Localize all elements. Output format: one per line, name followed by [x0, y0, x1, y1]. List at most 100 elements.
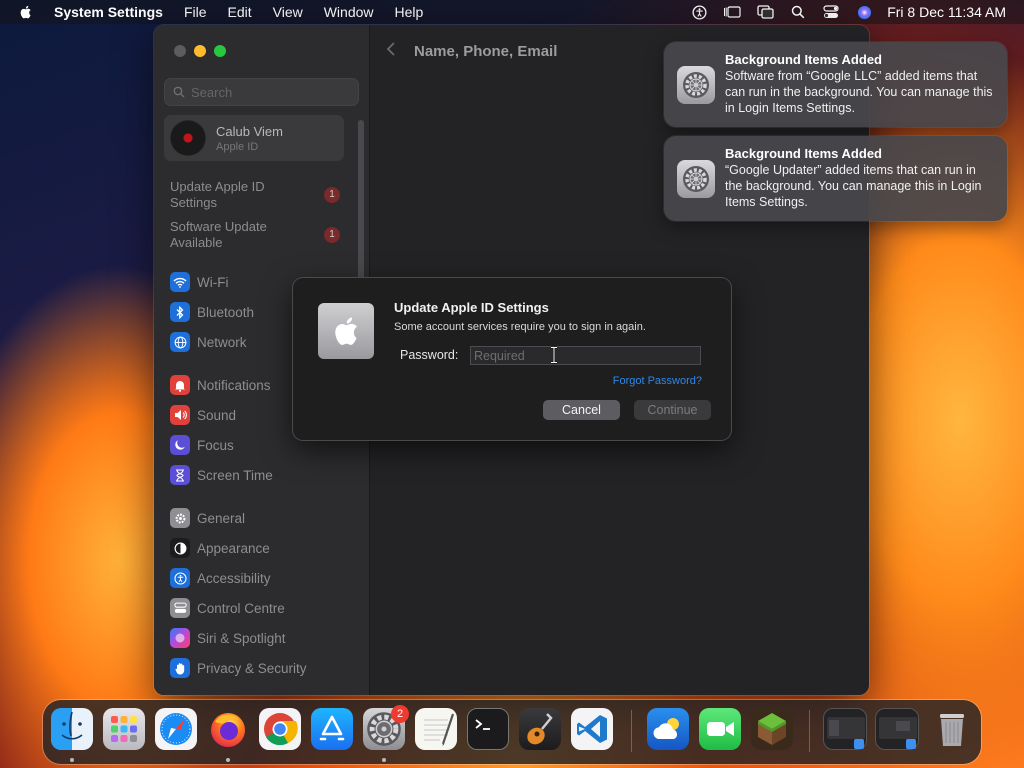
- spotlight-icon[interactable]: [789, 4, 807, 20]
- bell-icon: [170, 375, 190, 395]
- menu-extras: Fri 8 Dec 11:34 AM: [675, 0, 1006, 24]
- moon-icon: [170, 435, 190, 455]
- menu-help[interactable]: Help: [395, 4, 424, 20]
- weather-icon[interactable]: [647, 708, 689, 750]
- appearance-icon: [170, 538, 190, 558]
- continue-button[interactable]: Continue: [634, 400, 711, 420]
- zoom-button[interactable]: [214, 45, 226, 57]
- dock-separator: [631, 710, 632, 752]
- safari-icon[interactable]: [155, 708, 197, 750]
- facetime-icon[interactable]: [699, 708, 741, 750]
- sidebar-item-control-centre[interactable]: Control Centre: [170, 597, 355, 619]
- page-title: Name, Phone, Email: [414, 43, 558, 60]
- menu-bar: System Settings File Edit View Window He…: [0, 0, 1024, 24]
- trash-icon[interactable]: [931, 708, 973, 750]
- alert-label: Software Update Available: [170, 219, 267, 250]
- sidebar-item-label: Wi-Fi: [197, 274, 229, 290]
- sidebar-item-label: Appearance: [197, 540, 270, 556]
- search-field[interactable]: [164, 78, 359, 106]
- notification-badge: 2: [391, 705, 409, 723]
- apple-menu-icon[interactable]: [18, 4, 34, 20]
- garageband-icon[interactable]: [519, 708, 561, 750]
- cancel-button[interactable]: Cancel: [543, 400, 620, 420]
- content-header: Name, Phone, Email: [386, 41, 557, 62]
- accessibility-icon[interactable]: [690, 4, 708, 20]
- wifi-icon: [170, 272, 190, 292]
- notification-title: Background Items Added: [725, 52, 882, 67]
- sidebar-item-general[interactable]: General: [170, 507, 355, 529]
- window-thumbnail-icon[interactable]: [823, 708, 867, 750]
- sidebar-item-appearance[interactable]: Appearance: [170, 537, 355, 559]
- notification-body: “Google Updater” added items that can ru…: [725, 163, 982, 209]
- alert-badge: 1: [324, 227, 340, 243]
- sidebar-alert-update-apple-id[interactable]: Update Apple ID Settings 1: [170, 179, 350, 211]
- sidebar-item-siri-spotlight[interactable]: Siri & Spotlight: [170, 627, 355, 649]
- control-centre-icon[interactable]: [822, 4, 840, 20]
- siri-icon[interactable]: [855, 4, 873, 20]
- menu-view[interactable]: View: [273, 4, 303, 20]
- menu-app-name[interactable]: System Settings: [54, 4, 163, 20]
- minecraft-icon[interactable]: [751, 708, 793, 750]
- window-thumbnail-icon[interactable]: [875, 708, 919, 750]
- avatar: [170, 120, 206, 156]
- sidebar-item-label: Notifications: [197, 377, 271, 393]
- menu-window[interactable]: Window: [324, 4, 374, 20]
- search-input[interactable]: [191, 84, 351, 100]
- speaker-icon: [170, 405, 190, 425]
- accessibility-icon: [170, 568, 190, 588]
- dialog-title: Update Apple ID Settings: [394, 300, 549, 315]
- terminal-icon[interactable]: [467, 708, 509, 750]
- running-indicator: [226, 758, 230, 762]
- chrome-icon[interactable]: [259, 708, 301, 750]
- notification-banner[interactable]: Background Items Added “Google Updater” …: [664, 136, 1007, 221]
- gear-icon: [170, 508, 190, 528]
- forgot-password-link[interactable]: Forgot Password?: [613, 375, 702, 387]
- firefox-icon[interactable]: [207, 708, 249, 750]
- globe-icon: [170, 332, 190, 352]
- screen-mirroring-icon[interactable]: [756, 4, 774, 20]
- sidebar-alert-software-update[interactable]: Software Update Available 1: [170, 219, 350, 251]
- sidebar-item-label: Sound: [197, 407, 237, 423]
- notification-body: Software from “Google LLC” added items t…: [725, 69, 993, 115]
- apple-id-sign-in-dialog: Update Apple ID Settings Some account se…: [293, 278, 731, 440]
- notification-title: Background Items Added: [725, 146, 882, 161]
- account-name: Calub Viem: [216, 123, 283, 139]
- sidebar-item-label: Bluetooth: [197, 304, 255, 320]
- textedit-icon[interactable]: [415, 708, 457, 750]
- sidebar-item-label: Network: [197, 334, 247, 350]
- finder-icon[interactable]: [51, 708, 93, 750]
- sidebar-item-label: Privacy & Security: [197, 660, 307, 676]
- vscode-icon[interactable]: [571, 708, 613, 750]
- sidebar-item-label: Siri & Spotlight: [197, 630, 286, 646]
- menu-clock[interactable]: Fri 8 Dec 11:34 AM: [887, 4, 1006, 20]
- app-store-icon[interactable]: [311, 708, 353, 750]
- menu-file[interactable]: File: [184, 4, 207, 20]
- alert-badge: 1: [324, 187, 340, 203]
- apple-id-account[interactable]: Calub Viem Apple ID: [164, 115, 344, 161]
- menu-edit[interactable]: Edit: [228, 4, 252, 20]
- dock: 2: [43, 700, 981, 764]
- alert-label: Update Apple ID Settings: [170, 179, 265, 210]
- stage-manager-icon[interactable]: [723, 4, 741, 20]
- notification-banner[interactable]: Background Items Added Software from “Go…: [664, 42, 1007, 127]
- sidebar-item-screen-time[interactable]: Screen Time: [170, 464, 355, 486]
- close-button[interactable]: [174, 45, 186, 57]
- back-chevron-icon[interactable]: [386, 41, 396, 62]
- minimize-button[interactable]: [194, 45, 206, 57]
- sidebar-item-label: General: [197, 510, 246, 526]
- sidebar-scrollbar[interactable]: [358, 120, 364, 280]
- sidebar-item-label: Control Centre: [197, 600, 285, 616]
- sidebar-item-accessibility[interactable]: Accessibility: [170, 567, 355, 589]
- account-subtitle: Apple ID: [216, 140, 259, 153]
- hourglass-icon: [170, 465, 190, 485]
- hand-icon: [170, 658, 190, 678]
- running-indicator: [70, 758, 74, 762]
- system-settings-gear-icon: [677, 66, 715, 104]
- text-cursor-icon: [551, 346, 557, 364]
- launchpad-icon[interactable]: [103, 708, 145, 750]
- sidebar-item-label: Accessibility: [197, 570, 271, 586]
- sidebar-item-privacy-security[interactable]: Privacy & Security: [170, 657, 355, 679]
- password-field[interactable]: [470, 346, 701, 365]
- dialog-message: Some account services require you to sig…: [394, 321, 646, 333]
- dock-separator: [809, 710, 810, 752]
